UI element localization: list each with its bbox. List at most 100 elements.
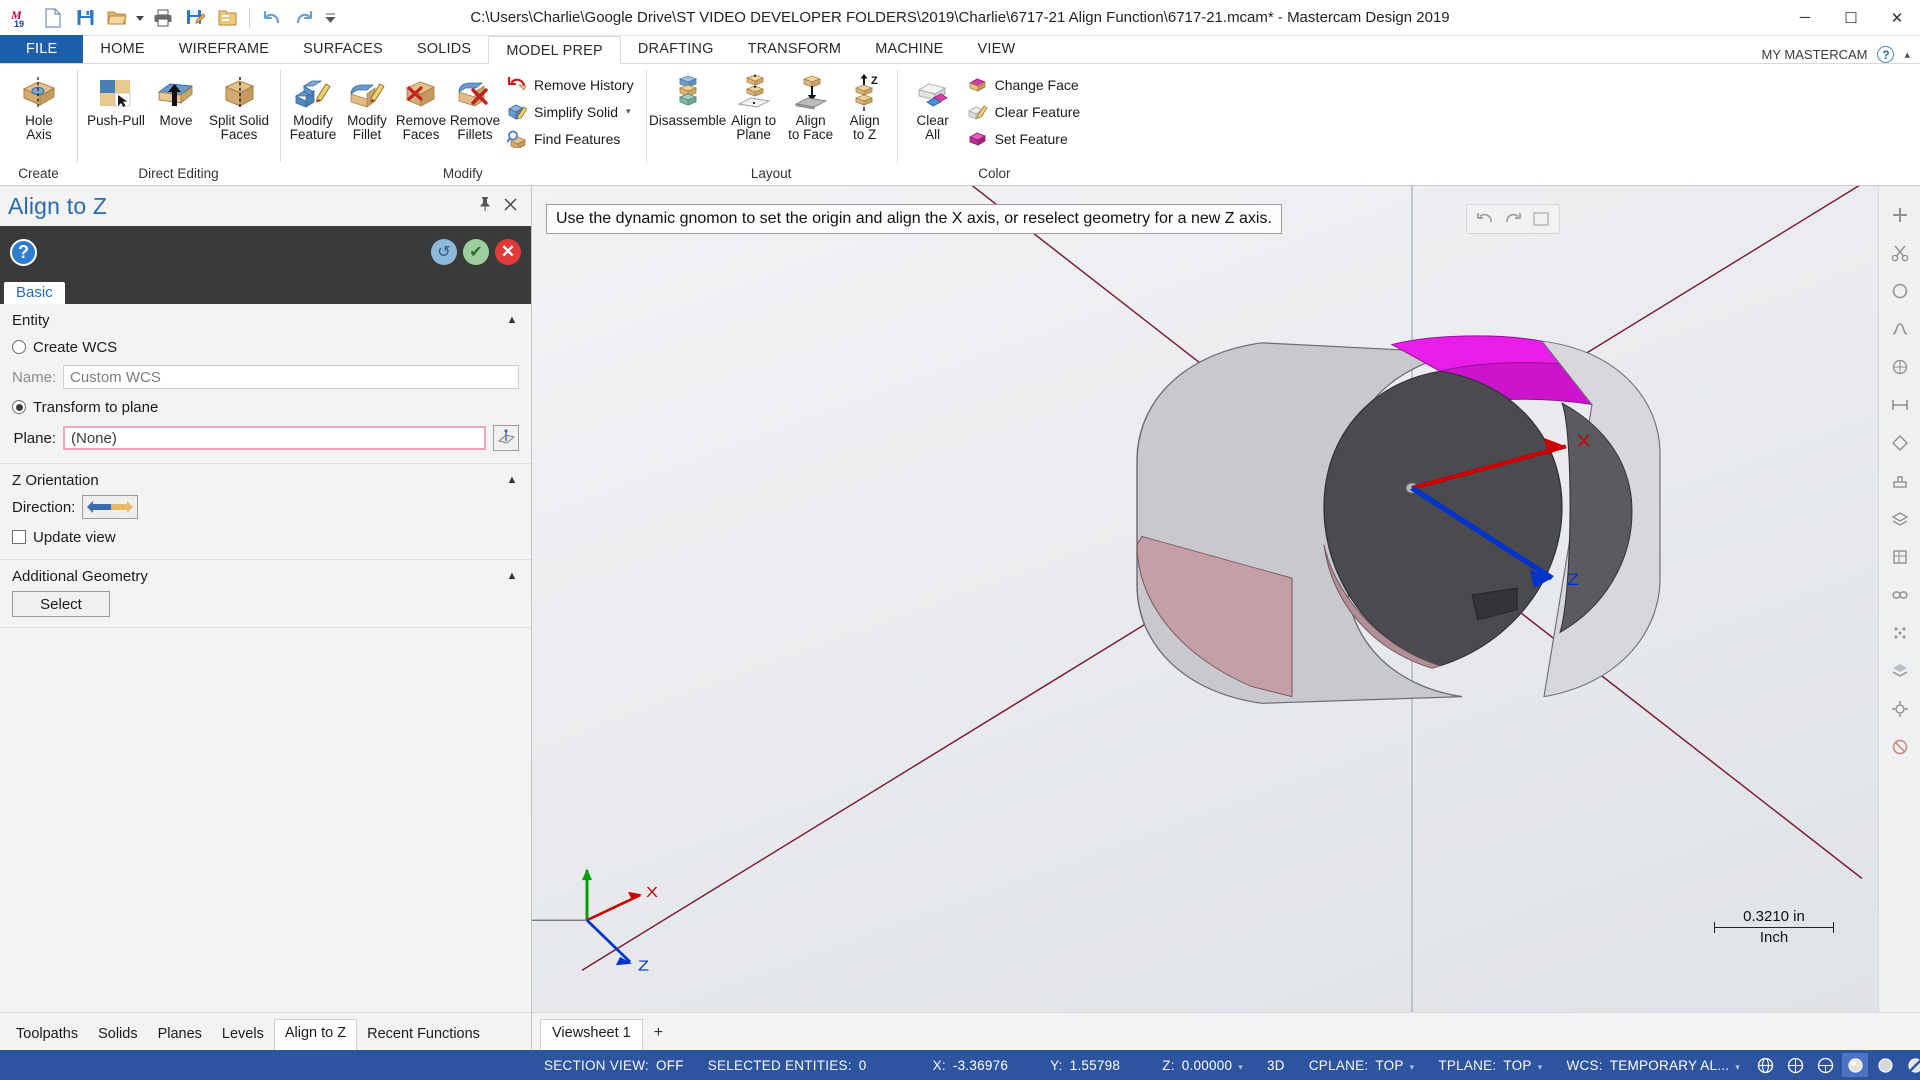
set-feature-button[interactable]: Set Feature [964,126,1087,151]
align-to-plane-button[interactable]: Align to Plane [725,71,783,145]
dots-icon[interactable] [1885,618,1915,648]
wcs-name-input[interactable]: Custom WCS [63,365,519,389]
tplane-caret[interactable]: ▾ [1538,1062,1543,1072]
box-icon[interactable] [1885,542,1915,572]
section-entity-collapse-icon[interactable]: ▲ [503,311,521,329]
no-hidden-icon[interactable] [1812,1053,1838,1077]
layers-icon[interactable] [1885,504,1915,534]
tab-surfaces[interactable]: SURFACES [286,35,400,63]
tab-view[interactable]: VIEW [960,35,1032,63]
hole-axis-button[interactable]: Hole Axis [7,71,71,145]
clear-feature-button[interactable]: Clear Feature [964,99,1087,124]
transform-to-plane-radio[interactable] [12,400,26,414]
shaded-solid-icon[interactable] [1872,1053,1898,1077]
simplify-solid-button[interactable]: Simplify Solid ▾ [503,99,640,124]
tab-drafting[interactable]: DRAFTING [621,35,731,63]
viewsheet-tab-1[interactable]: Viewsheet 1 [540,1019,643,1050]
save-as-icon[interactable] [180,4,210,32]
gear-icon[interactable] [1885,694,1915,724]
redo-icon[interactable] [289,4,319,32]
bottom-tab-levels[interactable]: Levels [212,1021,274,1050]
tab-wireframe[interactable]: WIREFRAME [162,35,286,63]
tag-icon[interactable] [1885,428,1915,458]
measure-icon[interactable] [1885,390,1915,420]
stamp-icon[interactable] [1885,466,1915,496]
z-coordinate[interactable]: Z: 0.00000 ▾ [1132,1058,1255,1073]
close-icon[interactable] [504,196,517,216]
close-button[interactable]: ✕ [1874,0,1920,36]
wcs-caret[interactable]: ▾ [1735,1062,1740,1072]
shaded-icon[interactable] [1842,1053,1869,1077]
curve-icon[interactable] [1885,314,1915,344]
pin-icon[interactable] [478,196,492,216]
bottom-tab-solids[interactable]: Solids [88,1021,148,1050]
graphics-viewport[interactable]: X Z X Z Use the dynamic gnomon to set th… [532,186,1920,1012]
undo-icon[interactable] [257,4,287,32]
section-z-orientation-header[interactable]: Z Orientation ▲ [0,464,531,495]
my-mastercam-link[interactable]: MY MASTERCAM [1762,47,1868,62]
fit-view-icon[interactable] [1528,208,1554,230]
cancel-button[interactable]: ✕ [495,239,521,265]
open-dropdown-caret[interactable] [134,4,146,32]
help-icon[interactable]: ? [10,238,37,266]
customize-qat-caret[interactable] [321,4,339,32]
cplane-caret[interactable]: ▾ [1410,1062,1415,1072]
create-wcs-row[interactable]: Create WCS [12,335,519,359]
simplify-solid-caret[interactable]: ▾ [626,106,631,117]
tab-model-prep[interactable]: MODEL PREP [488,36,621,64]
print-icon[interactable] [148,4,178,32]
tab-machine[interactable]: MACHINE [858,35,960,63]
section-additional-geometry-collapse-icon[interactable]: ▲ [503,567,521,585]
tab-home[interactable]: HOME [83,35,161,63]
remove-faces-button[interactable]: Remove Faces [395,71,447,145]
section-z-orientation-collapse-icon[interactable]: ▲ [503,471,521,489]
update-view-checkbox[interactable] [12,530,26,544]
bottom-tab-recent-functions[interactable]: Recent Functions [357,1021,490,1050]
grid-icon[interactable] [1885,352,1915,382]
plane-input[interactable]: (None) [63,426,486,450]
save-icon[interactable] [70,4,100,32]
modify-feature-button[interactable]: Modify Feature [287,71,339,145]
tab-basic[interactable]: Basic [4,282,65,304]
disassemble-button[interactable]: Disassemble [649,71,726,131]
tab-solids[interactable]: SOLIDS [400,35,488,63]
stack-icon[interactable] [1885,656,1915,686]
align-to-face-button[interactable]: Align to Face [785,71,837,145]
update-view-row[interactable]: Update view [12,525,519,549]
add-viewsheet-button[interactable]: + [643,1020,674,1050]
wcs-status[interactable]: WCS: TEMPORARY AL... ▾ [1554,1058,1752,1073]
minimize-button[interactable]: ─ [1782,0,1828,36]
open-folder-icon[interactable] [102,4,132,32]
modify-fillet-button[interactable]: Modify Fillet [341,71,393,145]
help-icon[interactable]: ? [1877,46,1895,63]
z-coordinate-caret[interactable]: ▾ [1238,1062,1243,1072]
collapse-ribbon-icon[interactable]: ▴ [1904,48,1910,61]
tab-transform[interactable]: TRANSFORM [731,35,859,63]
chain-icon[interactable] [1885,580,1915,610]
remove-history-button[interactable]: Remove History [503,72,640,97]
flip-direction-icon[interactable] [82,495,139,519]
section-entity-header[interactable]: Entity ▲ [0,304,531,335]
tplane-status[interactable]: TPLANE: TOP ▾ [1426,1058,1554,1073]
bottom-tab-toolpaths[interactable]: Toolpaths [6,1021,88,1050]
new-file-icon[interactable] [38,4,68,32]
cplane-status[interactable]: CPLANE: TOP ▾ [1297,1058,1427,1073]
folder-icon[interactable] [212,4,242,32]
hidden-line-icon[interactable] [1782,1053,1808,1077]
remove-fillets-button[interactable]: Remove Fillets [449,71,501,145]
align-to-z-button[interactable]: Z Align to Z [839,71,891,145]
section-view-status[interactable]: SECTION VIEW: OFF [532,1058,696,1073]
plane-selector-icon[interactable] [493,425,519,451]
clear-all-button[interactable]: Clear All [904,71,962,145]
find-features-button[interactable]: Find Features [503,126,640,151]
maximize-button[interactable]: ☐ [1828,0,1874,36]
push-pull-button[interactable]: Push-Pull [84,71,148,131]
add-icon[interactable] [1885,200,1915,230]
translucent-icon[interactable] [1902,1053,1920,1077]
view-mode[interactable]: 3D [1255,1058,1297,1073]
bottom-tab-planes[interactable]: Planes [148,1021,212,1050]
change-face-button[interactable]: Change Face [964,72,1087,97]
undo-view-icon[interactable] [1472,208,1498,230]
transform-to-plane-row[interactable]: Transform to plane [12,395,519,419]
scissors-icon[interactable] [1885,238,1915,268]
